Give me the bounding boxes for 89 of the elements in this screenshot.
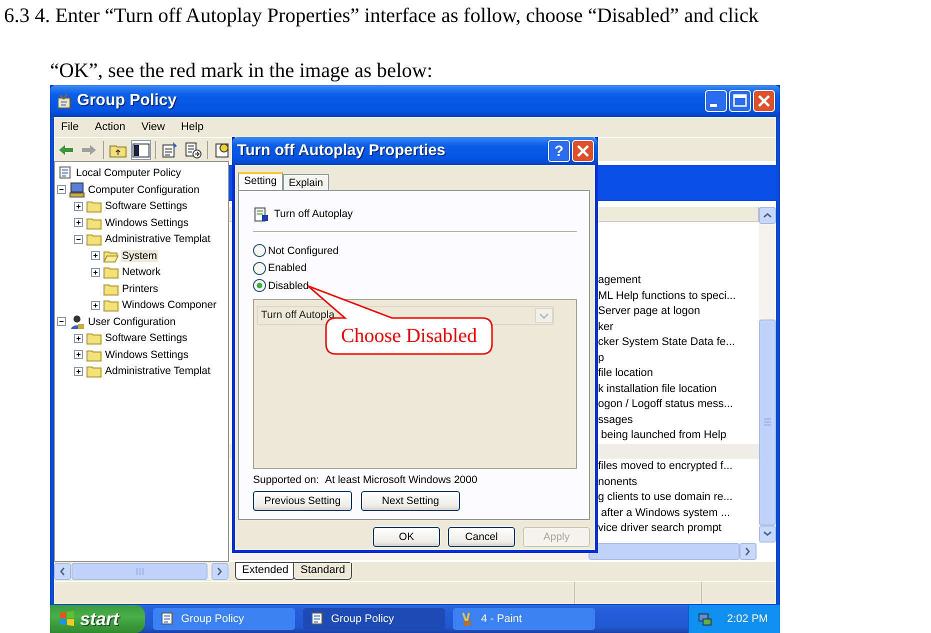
tree-item[interactable]: Local Computer Policy [75, 167, 182, 180]
tree-item[interactable]: Windows Settings [104, 216, 190, 229]
expand-icon[interactable] [74, 350, 83, 360]
tree-item[interactable]: Network [121, 266, 162, 278]
supported-label: Supported on: [253, 474, 320, 486]
policy-name: Turn off Autoplay [274, 208, 353, 220]
list-row[interactable]: g clients to use domain re... [598, 490, 759, 506]
tree-item[interactable]: Windows Componer [121, 299, 218, 312]
collapse-icon[interactable] [57, 185, 66, 194]
option-label: Not Configured [268, 244, 339, 257]
policy-app-icon [55, 92, 73, 110]
callout-text: Choose Disabled [340, 324, 478, 348]
list-row[interactable]: agement [598, 273, 759, 288]
minimize-button[interactable] [705, 90, 727, 112]
list-row[interactable]: being launched from Help [598, 428, 759, 444]
scroll-icon [159, 611, 175, 627]
help-button[interactable]: ? [548, 140, 570, 162]
taskbar-button[interactable]: Group Policy [303, 608, 445, 630]
tree-item[interactable]: Administrative Templat [104, 233, 212, 246]
menu-item[interactable]: Action [94, 121, 126, 133]
tree-item[interactable]: Software Settings [104, 200, 188, 212]
expand-icon[interactable] [74, 366, 83, 376]
computer-icon [69, 182, 85, 198]
list-row[interactable]: ogon / Logoff status mess... [598, 397, 759, 412]
expand-icon[interactable] [91, 268, 100, 277]
dialog-title: Turn off Autoplay Properties [237, 142, 446, 160]
tree-item[interactable]: System [121, 250, 158, 262]
nav-button[interactable]: Next Setting [361, 490, 460, 510]
list-row[interactable]: file location [598, 366, 759, 382]
collapse-icon[interactable] [57, 317, 66, 326]
tree-toggle-icon[interactable] [132, 140, 150, 158]
option-label: Disabled [268, 280, 309, 292]
dialog-button[interactable]: OK [373, 527, 440, 547]
expand-icon[interactable] [91, 300, 100, 310]
horizontal-scrollbar[interactable] [54, 563, 229, 580]
expand-icon[interactable] [74, 334, 83, 343]
close-button[interactable] [572, 140, 594, 162]
dialog-tab[interactable]: Setting [238, 172, 283, 190]
list-row[interactable]: nonents [598, 474, 759, 490]
tree-item[interactable]: Administrative Templat [104, 365, 212, 378]
windows-flag-icon [58, 610, 76, 628]
radio-button[interactable] [253, 244, 266, 258]
caret-icon [535, 308, 553, 322]
expand-icon[interactable] [91, 251, 100, 260]
properties-icon[interactable] [161, 140, 179, 158]
close-button[interactable] [753, 90, 775, 112]
scroll-icon [57, 165, 73, 182]
tree-item[interactable]: Printers [121, 282, 160, 295]
list-row[interactable]: vice driver search prompt [598, 521, 759, 536]
nav-button[interactable]: Previous Setting [253, 490, 352, 510]
expand-icon[interactable] [74, 202, 83, 211]
view-tab[interactable]: Extended [235, 563, 296, 580]
tree-item[interactable]: Windows Settings [104, 348, 190, 361]
dialog-button[interactable]: Cancel [448, 527, 515, 547]
option-label: Enabled [268, 262, 307, 274]
list-row[interactable]: p [598, 350, 759, 366]
menu-item[interactable]: Help [180, 121, 205, 133]
user-icon [69, 314, 85, 330]
maximize-button[interactable] [729, 90, 751, 112]
collapse-icon[interactable] [74, 234, 83, 244]
list-row[interactable]: Server page at logon [598, 304, 759, 320]
list-row[interactable]: files moved to encrypted f... [598, 459, 759, 474]
menu-item[interactable]: View [140, 121, 166, 133]
list-row[interactable]: ML Help functions to speci... [598, 288, 759, 304]
clock: 2:02 PM [727, 613, 768, 625]
radio-button[interactable] [253, 262, 266, 275]
tree-item[interactable]: Software Settings [104, 332, 188, 344]
radio-button[interactable] [253, 279, 266, 292]
view-tab[interactable]: Standard [293, 563, 352, 580]
tree-item[interactable]: Computer Configuration [87, 184, 200, 196]
menu-item[interactable]: File [60, 121, 80, 133]
taskbar-button[interactable]: Group Policy [153, 608, 295, 630]
expand-icon[interactable] [74, 218, 83, 228]
instruction-text: 6.3 4. Enter “Turn off Autoplay Properties” interface as follow, choose “Disabled” and click “OK”, see the red mark in the image as below: [3, 4, 760, 84]
list-row[interactable]: ker [598, 320, 759, 335]
vertical-scrollbar[interactable] [759, 207, 776, 543]
taskbar-button[interactable]: 4 - Paint [453, 608, 595, 630]
list-row[interactable]: ssages [598, 412, 759, 428]
policy-setting-icon [253, 206, 269, 222]
list-row[interactable]: after a Windows system ... [598, 506, 759, 521]
dialog-tab[interactable]: Explain [282, 174, 330, 190]
tree-item[interactable]: User Configuration [87, 316, 177, 328]
window-title: Group Policy [77, 92, 178, 110]
list-row[interactable]: cker System State Data fe... [598, 335, 759, 350]
export-list-icon[interactable] [184, 140, 202, 158]
scroll-icon [309, 611, 325, 627]
supported-value: At least Microsoft Windows 2000 [325, 474, 478, 486]
network-icon[interactable] [697, 611, 713, 627]
list-row[interactable]: k installation file location [598, 382, 759, 397]
